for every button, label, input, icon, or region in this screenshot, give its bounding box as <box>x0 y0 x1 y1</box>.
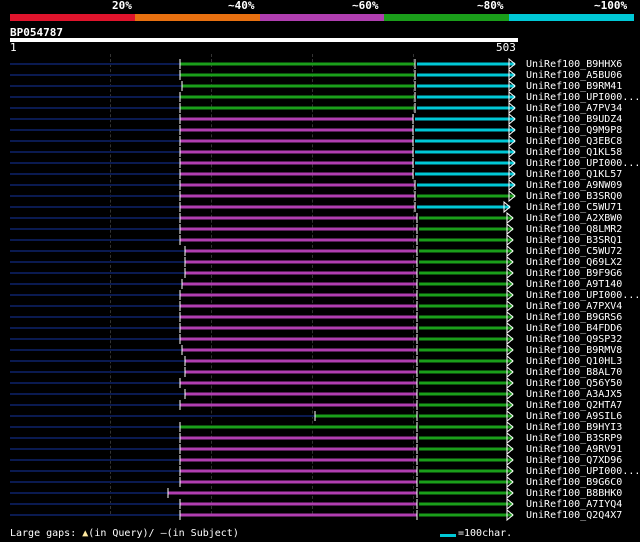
hit-row[interactable]: UniRef100_B9G6C0 <box>0 477 640 488</box>
hit-row[interactable]: UniRef100_Q9M9P8 <box>0 125 640 136</box>
hit-label[interactable]: UniRef100_A7PXV4 <box>526 301 622 312</box>
hit-label[interactable]: UniRef100_A7IYQ4 <box>526 499 622 510</box>
hit-row[interactable]: UniRef100_A9T140 <box>0 279 640 290</box>
hit-label[interactable]: UniRef100_B8BHK0 <box>526 488 622 499</box>
hit-label[interactable]: UniRef100_A9RV91 <box>526 444 622 455</box>
hit-row[interactable]: UniRef100_A2XBW0 <box>0 213 640 224</box>
hit-row[interactable]: UniRef100_A7PXV4 <box>0 301 640 312</box>
scale-label: =100char. <box>458 528 513 539</box>
hit-label[interactable]: UniRef100_Q56Y50 <box>526 378 622 389</box>
hit-row[interactable]: UniRef100_B9GRS6 <box>0 312 640 323</box>
hit-label[interactable]: UniRef100_UPI000... <box>526 92 640 103</box>
hit-row[interactable]: UniRef100_B8AL70 <box>0 367 640 378</box>
hit-label[interactable]: UniRef100_A9SIL6 <box>526 411 622 422</box>
hit-row[interactable]: UniRef100_UPI000... <box>0 290 640 301</box>
hit-row[interactable]: UniRef100_Q1KL58 <box>0 147 640 158</box>
hit-row[interactable]: UniRef100_B3SRQ1 <box>0 235 640 246</box>
hit-row[interactable]: UniRef100_Q1KL57 <box>0 169 640 180</box>
hit-label[interactable]: UniRef100_A9NW09 <box>526 180 622 191</box>
hit-label[interactable]: UniRef100_B9UDZ4 <box>526 114 622 125</box>
hit-label[interactable]: UniRef100_A7PV34 <box>526 103 622 114</box>
hit-label[interactable]: UniRef100_A9T140 <box>526 279 622 290</box>
hit-row[interactable]: UniRef100_B4FDD6 <box>0 323 640 334</box>
hit-row[interactable]: UniRef100_Q3EBC8 <box>0 136 640 147</box>
hit-label[interactable]: UniRef100_Q7XD96 <box>526 455 622 466</box>
hit-label[interactable]: UniRef100_B3SRQ0 <box>526 191 622 202</box>
hit-label[interactable]: UniRef100_B9G6C0 <box>526 477 622 488</box>
hit-row[interactable]: UniRef100_B3SRQ0 <box>0 191 640 202</box>
hit-label[interactable]: UniRef100_B9HYI3 <box>526 422 622 433</box>
in-subject-label: (in Subject) <box>166 528 239 539</box>
hit-row[interactable]: UniRef100_A7IYQ4 <box>0 499 640 510</box>
hit-label[interactable]: UniRef100_A3AJX5 <box>526 389 622 400</box>
hit-row[interactable]: UniRef100_Q9SP32 <box>0 334 640 345</box>
hit-row[interactable]: UniRef100_A3AJX5 <box>0 389 640 400</box>
hit-row[interactable]: UniRef100_UPI000... <box>0 158 640 169</box>
hit-row[interactable]: UniRef100_UPI000... <box>0 466 640 477</box>
hit-label[interactable]: UniRef100_A2XBW0 <box>526 213 622 224</box>
hit-label[interactable]: UniRef100_Q3EBC8 <box>526 136 622 147</box>
hit-label[interactable]: UniRef100_B3SRQ1 <box>526 235 622 246</box>
hit-label[interactable]: UniRef100_B9RM41 <box>526 81 622 92</box>
hit-row[interactable]: UniRef100_C5WU72 <box>0 246 640 257</box>
gaps-label: Large gaps: <box>10 528 77 539</box>
hit-label[interactable]: UniRef100_Q69LX2 <box>526 257 622 268</box>
hit-row[interactable]: UniRef100_UPI000... <box>0 92 640 103</box>
hit-row[interactable]: UniRef100_Q2HTA7 <box>0 400 640 411</box>
hit-row[interactable]: UniRef100_Q2Q4X7 <box>0 510 640 521</box>
scale-bar <box>440 534 456 537</box>
hit-label[interactable]: UniRef100_Q1KL57 <box>526 169 622 180</box>
hit-row[interactable]: UniRef100_Q7XD96 <box>0 455 640 466</box>
hit-row[interactable]: UniRef100_Q69LX2 <box>0 257 640 268</box>
hit-row[interactable]: UniRef100_A9RV91 <box>0 444 640 455</box>
hit-label[interactable]: UniRef100_B4FDD6 <box>526 323 622 334</box>
hit-label[interactable]: UniRef100_UPI000... <box>526 290 640 301</box>
hit-row[interactable]: UniRef100_A9NW09 <box>0 180 640 191</box>
hit-label[interactable]: UniRef100_C5WU71 <box>526 202 622 213</box>
in-query-label: (in Query)/ <box>88 528 155 539</box>
hit-label[interactable]: UniRef100_Q8LMR2 <box>526 224 622 235</box>
hit-row[interactable]: UniRef100_C5WU71 <box>0 202 640 213</box>
hit-label[interactable]: UniRef100_B9GRS6 <box>526 312 622 323</box>
hit-row[interactable]: UniRef100_B9HYI3 <box>0 422 640 433</box>
hit-row[interactable]: UniRef100_B9RMV8 <box>0 345 640 356</box>
hit-label[interactable]: UniRef100_Q9M9P8 <box>526 125 622 136</box>
hit-row[interactable]: UniRef100_B9UDZ4 <box>0 114 640 125</box>
hit-label[interactable]: UniRef100_UPI000... <box>526 466 640 477</box>
hit-row[interactable]: UniRef100_B8BHK0 <box>0 488 640 499</box>
hit-row[interactable]: UniRef100_A9SIL6 <box>0 411 640 422</box>
hit-row[interactable]: UniRef100_A7PV34 <box>0 103 640 114</box>
hit-label[interactable]: UniRef100_Q1KL58 <box>526 147 622 158</box>
hit-label[interactable]: UniRef100_UPI000... <box>526 158 640 169</box>
hit-label[interactable]: UniRef100_B9RMV8 <box>526 345 622 356</box>
hit-label[interactable]: UniRef100_Q9SP32 <box>526 334 622 345</box>
hit-row[interactable]: UniRef100_B9F9G6 <box>0 268 640 279</box>
hit-label[interactable]: UniRef100_Q2HTA7 <box>526 400 622 411</box>
hit-label[interactable]: UniRef100_A5BU06 <box>526 70 622 81</box>
hit-row[interactable]: UniRef100_B9RM41 <box>0 81 640 92</box>
hit-row[interactable]: UniRef100_B3SRP9 <box>0 433 640 444</box>
hit-label[interactable]: UniRef100_B9HHX6 <box>526 59 622 70</box>
hit-label[interactable]: UniRef100_B3SRP9 <box>526 433 622 444</box>
hit-row[interactable]: UniRef100_Q10HL3 <box>0 356 640 367</box>
footer-gap-legend: Large gaps: ▲(in Query)/ –(in Subject) <box>10 528 239 540</box>
hit-label[interactable]: UniRef100_B9F9G6 <box>526 268 622 279</box>
hit-label[interactable]: UniRef100_Q10HL3 <box>526 356 622 367</box>
hit-row[interactable]: UniRef100_A5BU06 <box>0 70 640 81</box>
hit-label[interactable]: UniRef100_Q2Q4X7 <box>526 510 622 521</box>
hit-row[interactable]: UniRef100_Q56Y50 <box>0 378 640 389</box>
hit-label[interactable]: UniRef100_B8AL70 <box>526 367 622 378</box>
hit-row[interactable]: UniRef100_Q8LMR2 <box>0 224 640 235</box>
hit-label[interactable]: UniRef100_C5WU72 <box>526 246 622 257</box>
hit-row[interactable]: UniRef100_B9HHX6 <box>0 59 640 70</box>
